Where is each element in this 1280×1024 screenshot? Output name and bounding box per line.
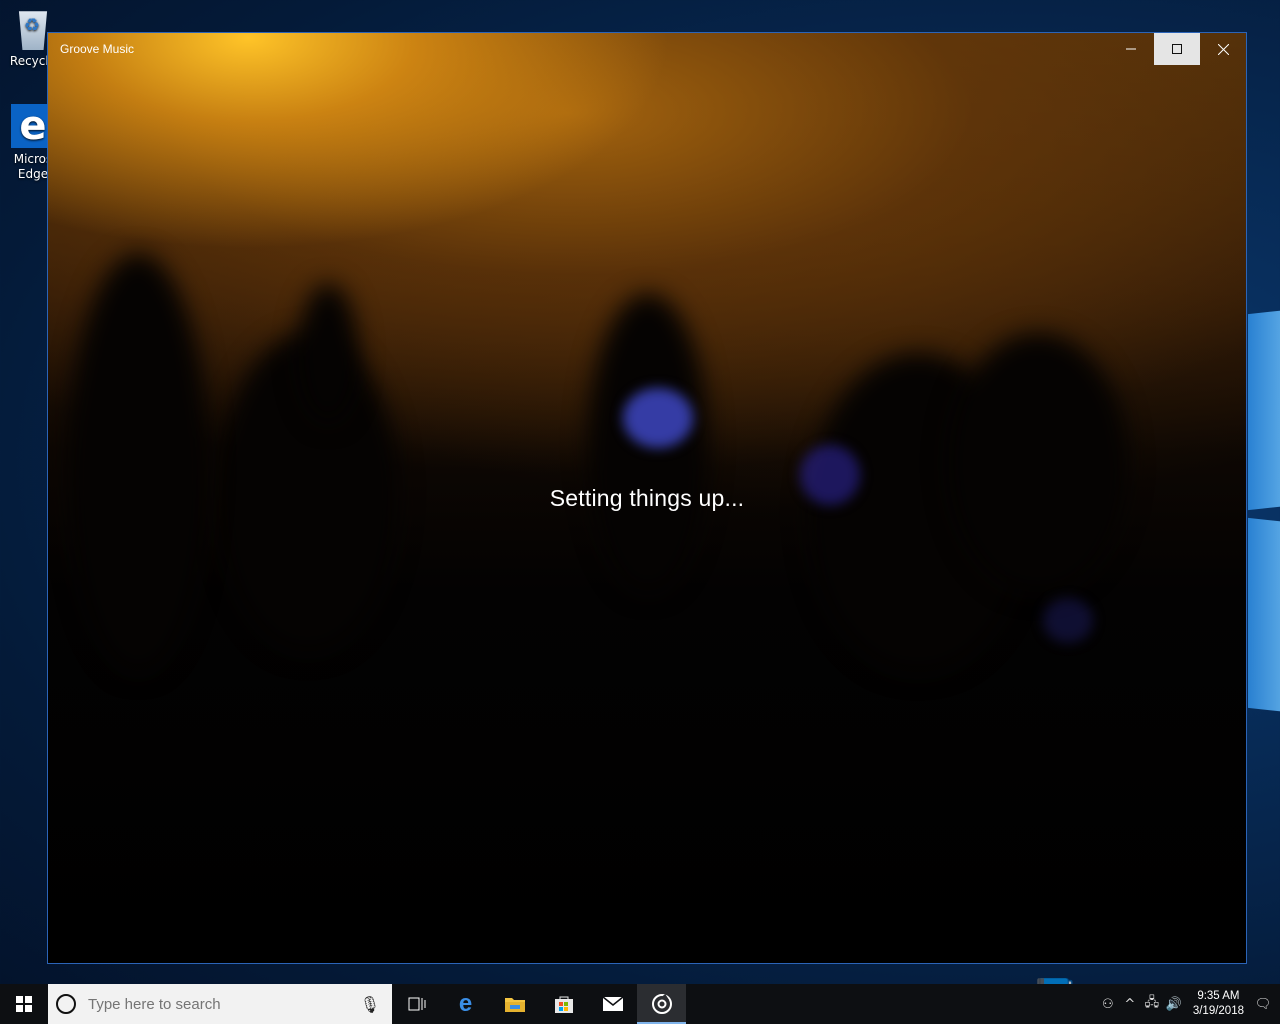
lens-flare	[623, 388, 693, 448]
wallpaper-beam	[1248, 517, 1280, 713]
groove-icon	[651, 994, 672, 1014]
maximize-button[interactable]	[1154, 33, 1200, 65]
microphone-icon[interactable]: 🎙	[360, 995, 380, 1014]
lens-flare	[1043, 598, 1093, 643]
wallpaper-beam	[1248, 309, 1280, 511]
search-input[interactable]	[86, 994, 358, 1014]
cortana-icon	[56, 994, 76, 1014]
taskbar-file-explorer[interactable]	[490, 984, 539, 1024]
volume-icon[interactable]: 🔊	[1163, 997, 1185, 1012]
windows-logo-icon	[16, 996, 32, 1012]
clock-date: 3/19/2018	[1192, 1005, 1244, 1017]
mail-icon	[602, 996, 623, 1011]
taskbar-edge[interactable]: e	[441, 984, 490, 1024]
title-bar[interactable]: Groove Music	[48, 33, 1246, 65]
crowd-silhouette	[948, 333, 1128, 593]
taskbar-clock[interactable]: 9:35 AM 3/19/2018	[1193, 989, 1244, 1019]
groove-music-window: Groove Music Setting things up...	[47, 32, 1247, 964]
close-icon	[1217, 43, 1229, 55]
task-view-icon	[408, 997, 425, 1011]
store-icon	[554, 996, 573, 1013]
maximize-icon	[1172, 44, 1182, 54]
crowd-silhouette	[298, 283, 358, 423]
start-button[interactable]	[0, 984, 48, 1024]
setup-status-text: Setting things up...	[549, 485, 745, 511]
close-button[interactable]	[1200, 33, 1246, 65]
minimize-button[interactable]	[1108, 33, 1154, 65]
action-center-icon[interactable]: 🗨	[1252, 997, 1274, 1012]
taskbar-groove-music[interactable]	[637, 984, 686, 1024]
folder-icon	[504, 998, 525, 1012]
taskbar: 🎙 e ⚇ ^ 🖧 🔊	[0, 984, 1280, 1024]
network-icon[interactable]: 🖧	[1141, 993, 1163, 1015]
crowd-silhouette	[68, 253, 208, 673]
edge-icon: e	[458, 990, 473, 1017]
people-icon[interactable]: ⚇	[1097, 997, 1119, 1012]
taskbar-search-box[interactable]: 🎙	[48, 984, 392, 1024]
chevron-up-icon[interactable]: ^	[1119, 997, 1141, 1012]
taskbar-task-view[interactable]	[392, 984, 441, 1024]
clock-time: 9:35 AM	[1197, 990, 1240, 1002]
taskbar-store[interactable]	[539, 984, 588, 1024]
minimize-icon	[1126, 48, 1136, 50]
taskbar-mail[interactable]	[588, 984, 637, 1024]
system-tray: ⚇ ^ 🖧 🔊 9:35 AM 3/19/2018 🗨	[1097, 984, 1280, 1024]
window-title: Groove Music	[60, 42, 135, 56]
